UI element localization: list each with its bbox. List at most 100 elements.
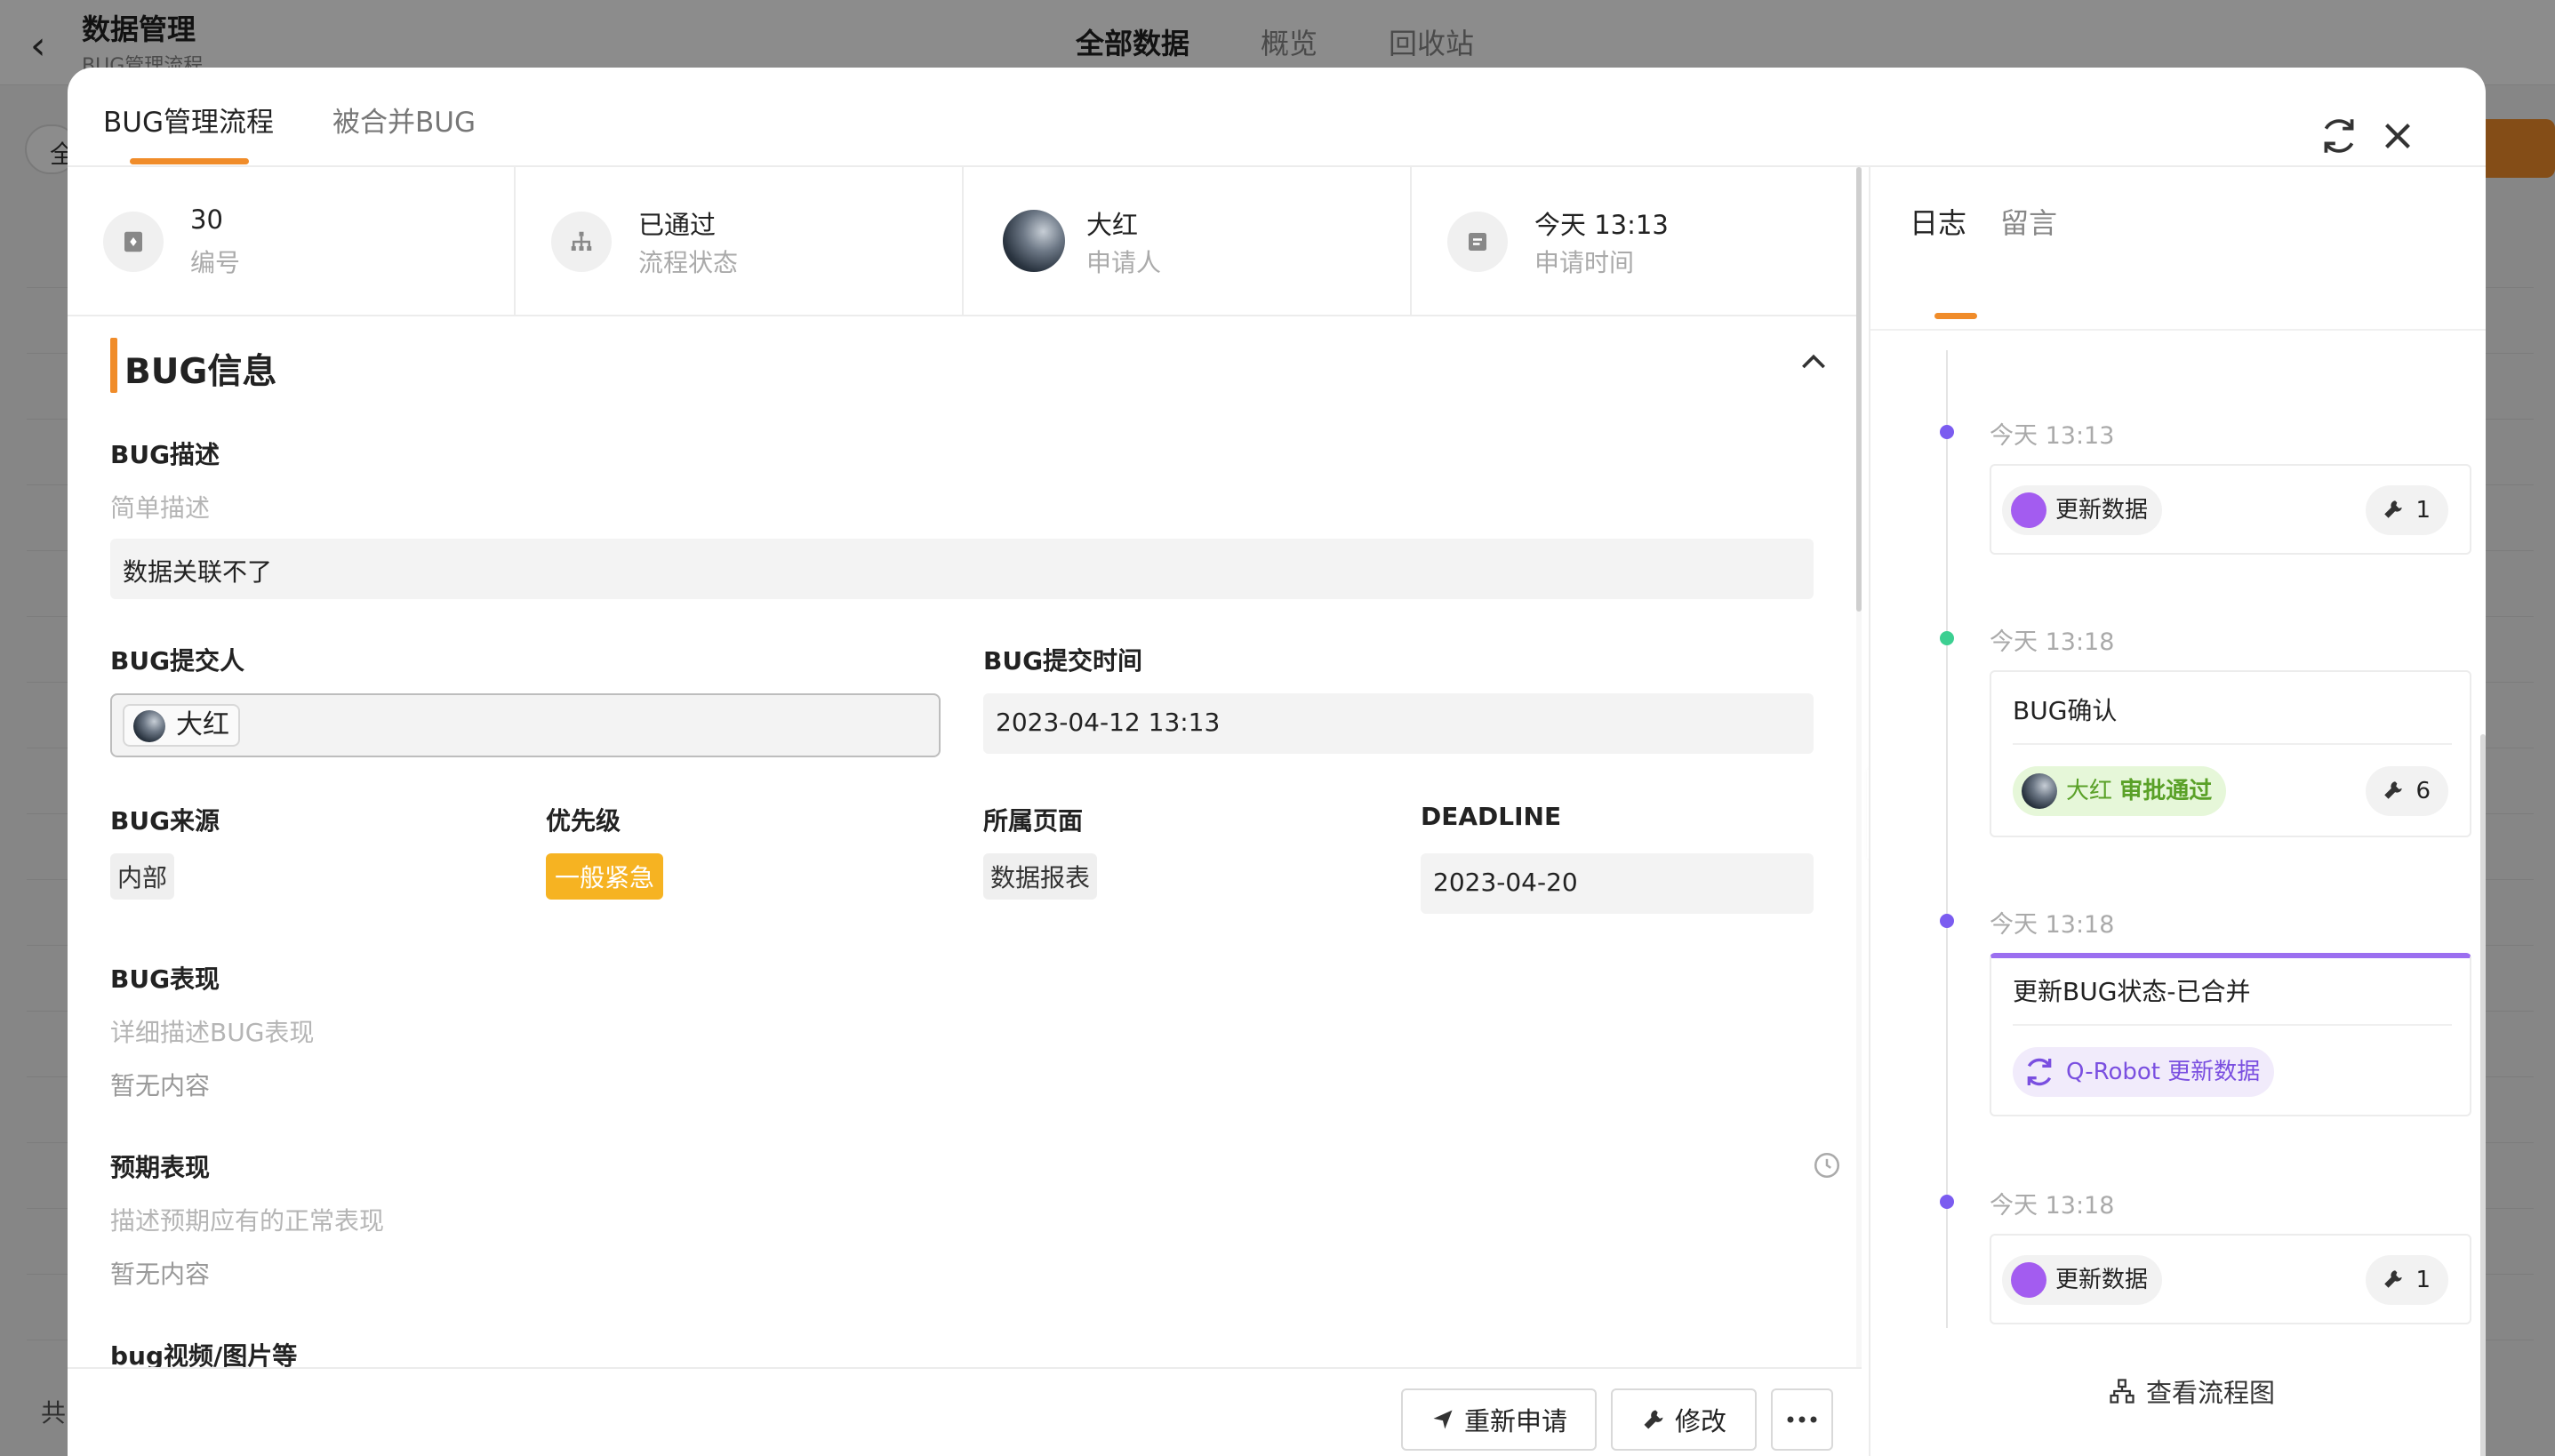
edit-button[interactable]: 修改: [1611, 1388, 1757, 1451]
deadline-label: DEADLINE: [1421, 802, 1562, 831]
calendar-icon: [1447, 212, 1508, 272]
source-label: BUG来源: [110, 806, 220, 836]
user-chip[interactable]: 大红: [123, 704, 240, 747]
apply-time-label: 申请时间: [1534, 248, 1635, 277]
behavior-label: BUG表现: [110, 964, 220, 994]
log-tab-indicator: [1934, 313, 1977, 319]
robot-icon: [2011, 492, 2046, 528]
field-count: 1: [2415, 497, 2431, 524]
behavior-value: 暂无内容: [110, 1071, 211, 1100]
log-time: 今天 13:18: [1990, 1192, 2115, 1220]
tab-merged-bugs[interactable]: 被合并BUG: [332, 100, 476, 140]
timeline-dot: [1940, 631, 1954, 645]
flow-status-label: 流程状态: [638, 248, 739, 277]
submitter-label: BUG提交人: [110, 646, 245, 676]
robot-icon: [2011, 1262, 2046, 1298]
tab-comments[interactable]: 留言: [2000, 201, 2057, 242]
log-entry[interactable]: 更新数据 1: [1990, 1234, 2471, 1324]
log-action: Q-Robot 更新数据: [2066, 1059, 2261, 1085]
log-entry[interactable]: 更新数据 1: [1990, 464, 2471, 555]
avatar: [2022, 773, 2057, 809]
update-data-chip: 更新数据: [2002, 485, 2163, 535]
flow-icon: [551, 212, 612, 272]
field-count-chip: 6: [2366, 766, 2448, 816]
info-strip: 30 编号 已通过 流程状态 大红 申请人 今天 13:13 申请时间: [68, 167, 1862, 316]
source-tag: 内部: [110, 853, 175, 900]
action-bar: 重新申请 修改: [68, 1367, 1862, 1456]
log-panel: 日志 留言 今天 13:13 更新数据 1 今天 13:18 BUG确认 大红 …: [1869, 167, 2486, 1456]
expected-label: 预期表现: [110, 1153, 211, 1182]
wrench-icon: [2384, 1270, 2403, 1288]
submit-time-label: BUG提交时间: [983, 646, 1143, 676]
field-count-chip: 1: [2366, 485, 2448, 535]
applicant-name: 大红: [1086, 210, 1139, 240]
close-icon[interactable]: [2375, 114, 2420, 158]
chevron-up-icon[interactable]: [1796, 345, 1831, 380]
log-title: BUG确认: [2013, 696, 2118, 725]
card-divider: [2013, 1024, 2452, 1026]
wrench-icon: [2384, 500, 2403, 518]
history-icon[interactable]: [1812, 1150, 1842, 1180]
info-applicant: 大红 申请人: [964, 167, 1412, 316]
field-count-chip: 1: [2366, 1255, 2448, 1305]
refresh-icon[interactable]: [2317, 114, 2361, 158]
timeline-dot: [1940, 425, 1954, 439]
submit-time-field[interactable]: 2023-04-12 13:13: [983, 693, 1814, 754]
info-number: 30 编号: [68, 167, 516, 316]
card-divider: [2013, 743, 2452, 745]
tab-log[interactable]: 日志: [1910, 201, 1966, 242]
log-time: 今天 13:13: [1990, 422, 2115, 450]
view-flowchart-label: 查看流程图: [2146, 1378, 2276, 1408]
modal-tab-bar: BUG管理流程 被合并BUG: [68, 68, 2486, 167]
log-scrollbar[interactable]: [2480, 734, 2486, 1456]
approval-chip: 大红 审批通过: [2013, 766, 2227, 816]
more-button[interactable]: [1771, 1388, 1833, 1451]
log-time: 今天 13:18: [1990, 911, 2115, 939]
edit-label: 修改: [1674, 1406, 1726, 1436]
log-panel-divider: [1870, 329, 2486, 331]
expected-value: 暂无内容: [110, 1260, 211, 1289]
content-scrollbar[interactable]: [1856, 167, 1862, 612]
view-flowchart-link[interactable]: 查看流程图: [2109, 1372, 2275, 1410]
desc-field[interactable]: 数据关联不了: [110, 539, 1814, 599]
submitter-field[interactable]: 大红: [110, 693, 941, 757]
tab-bug-flow[interactable]: BUG管理流程: [103, 100, 274, 140]
reapply-button[interactable]: 重新申请: [1401, 1388, 1597, 1451]
bug-number: 30: [190, 204, 223, 235]
timeline-dot: [1940, 914, 1954, 928]
log-action: 更新数据: [2055, 1267, 2149, 1293]
send-icon: [1433, 1410, 1453, 1429]
applicant-avatar: [1003, 210, 1065, 272]
priority-tag: 一般紧急: [546, 853, 664, 900]
priority-label: 优先级: [546, 806, 621, 836]
log-entry[interactable]: BUG确认 大红 审批通过 6: [1990, 670, 2471, 837]
avatar: [133, 710, 165, 742]
desc-label: BUG描述: [110, 440, 220, 469]
log-action: 更新数据: [2055, 497, 2149, 524]
flow-status: 已通过: [638, 210, 717, 240]
apply-time: 今天 13:13: [1534, 210, 1669, 240]
applicant-label: 申请人: [1086, 248, 1162, 277]
flowchart-icon: [2110, 1379, 2135, 1404]
submitter-name: 大红: [176, 709, 229, 740]
info-time: 今天 13:13 申请时间: [1412, 167, 1860, 316]
info-status: 已通过 流程状态: [516, 167, 964, 316]
desc-hint: 简单描述: [110, 493, 211, 523]
approval-result: 审批通过: [2119, 778, 2213, 804]
section-accent-bar: [110, 338, 117, 393]
wrench-icon: [1644, 1410, 1663, 1429]
deadline-field[interactable]: 2023-04-20: [1421, 853, 1814, 914]
page-tag: 数据报表: [983, 853, 1098, 900]
sync-icon: [2027, 1058, 2052, 1086]
more-icon: [1787, 1416, 1817, 1423]
update-data-chip: 更新数据: [2002, 1255, 2163, 1305]
bug-number-label: 编号: [190, 248, 241, 277]
approver-name: 大红: [2066, 778, 2113, 804]
wrench-icon: [2384, 781, 2403, 799]
reapply-label: 重新申请: [1463, 1406, 1567, 1436]
timeline-line: [1946, 350, 1948, 1328]
log-entry[interactable]: 更新BUG状态-已合并 Q-Robot 更新数据: [1990, 953, 2471, 1116]
log-time: 今天 13:18: [1990, 628, 2115, 656]
timeline-dot: [1940, 1195, 1954, 1209]
active-tab-indicator: [130, 158, 249, 164]
